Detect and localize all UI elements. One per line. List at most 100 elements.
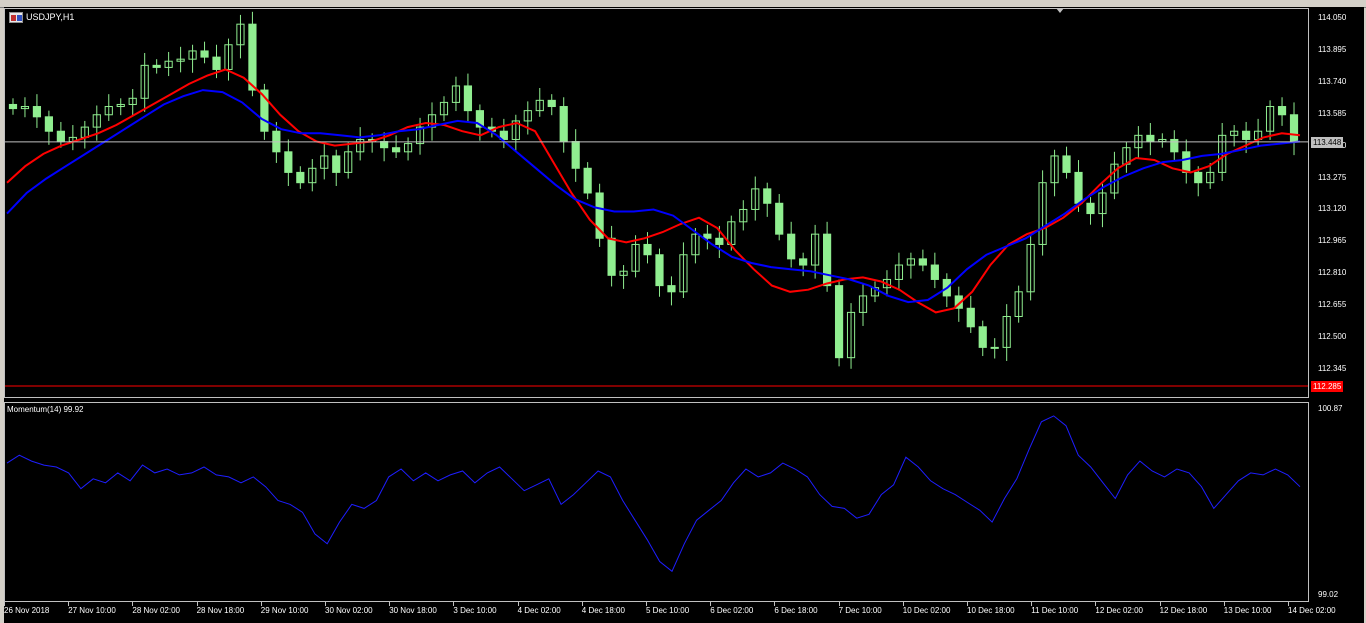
price-tick-label: 113.120: [1318, 204, 1347, 214]
candle-body: [667, 285, 676, 293]
current-price-label: 113.448: [1311, 136, 1344, 148]
time-tick-label: 4 Dec 18:00: [581, 606, 625, 615]
time-tick-label: 10 Dec 18:00: [967, 606, 1015, 615]
price-tick-label: 114.050: [1318, 13, 1347, 22]
time-tick-label: 28 Nov 18:00: [196, 606, 245, 615]
candle-body: [787, 233, 796, 260]
candle-body: [392, 147, 401, 153]
candle-body: [284, 151, 293, 173]
time-tick-mark: [581, 602, 583, 606]
time-tick-mark: [453, 602, 455, 606]
ma-fast-line: [6, 68, 1301, 314]
time-tick-label: 5 Dec 10:00: [646, 606, 690, 615]
candle-body: [918, 258, 927, 266]
time-tick-mark: [1288, 602, 1289, 606]
price-tick-label: 112.655: [1318, 300, 1347, 310]
time-tick-label: 4 Dec 02:00: [517, 606, 561, 615]
momentum-line: [6, 415, 1301, 573]
time-tick-mark: [838, 602, 840, 606]
time-tick-label: 30 Nov 18:00: [389, 606, 437, 615]
time-tick-mark: [646, 602, 647, 606]
time-tick-mark: [517, 602, 519, 606]
price-tick-label: 112.500: [1318, 332, 1347, 342]
time-tick-label: 13 Dec 10:00: [1223, 606, 1272, 615]
time-tick-label: 30 Nov 02:00: [325, 606, 373, 615]
time-tick-label: 6 Dec 02:00: [710, 606, 754, 615]
indicator-title: Momentum(14) 99.92: [7, 405, 84, 414]
candle-body: [380, 141, 389, 149]
time-tick-label: 28 Nov 02:00: [132, 606, 180, 615]
candle-body: [966, 307, 975, 328]
candle-body: [1242, 130, 1251, 140]
time-tick-label: 3 Dec 10:00: [453, 606, 497, 615]
time-tick-label: 10 Dec 02:00: [902, 606, 951, 615]
time-tick-mark: [260, 602, 262, 606]
candle-body: [930, 264, 939, 280]
candle-body: [715, 237, 724, 245]
candle-body: [8, 103, 18, 110]
time-tick-mark: [710, 602, 712, 606]
time-tick-label: 12 Dec 18:00: [1159, 606, 1208, 615]
candle-body: [571, 141, 580, 169]
candle-body: [200, 50, 209, 58]
candle-body: [775, 202, 784, 235]
time-tick-label: 29 Nov 10:00: [260, 606, 309, 615]
candle-body: [332, 155, 341, 173]
candle-body: [1289, 114, 1299, 143]
momentum-min-label: 99.02: [1318, 590, 1339, 599]
price-tick-label: 113.585: [1318, 108, 1347, 118]
price-tick-label: 113.740: [1318, 76, 1347, 86]
time-tick-mark: [1159, 602, 1161, 606]
time-tick-mark: [132, 602, 134, 606]
time-tick-mark: [967, 602, 968, 606]
candle-body: [978, 326, 987, 348]
candle-body: [1146, 134, 1155, 143]
time-tick-mark: [325, 602, 326, 606]
time-tick-label: 27 Nov 10:00: [68, 606, 116, 615]
candle-body: [583, 167, 592, 194]
time-tick-mark: [389, 602, 391, 606]
time-tick-mark: [902, 602, 904, 606]
price-chart-svg: [5, 11, 1308, 387]
candle-body: [1277, 106, 1287, 116]
candle-body: [1170, 138, 1179, 153]
time-tick-label: 6 Dec 18:00: [774, 606, 818, 615]
chart-shift-marker-icon[interactable]: [1056, 8, 1064, 13]
candle-body: [1194, 171, 1203, 184]
candle-body: [1086, 202, 1095, 215]
time-tick-mark: [1095, 602, 1097, 606]
price-tick-label: 112.965: [1318, 236, 1347, 246]
candle-body: [763, 188, 772, 204]
candle-body: [1074, 171, 1083, 204]
candle-body: [559, 106, 568, 143]
candle-body: [248, 23, 257, 91]
time-tick-label: 7 Dec 10:00: [838, 606, 882, 615]
candle-body: [643, 243, 652, 256]
candle-body: [212, 56, 221, 70]
candle-body: [32, 106, 42, 118]
candle-body: [799, 258, 808, 266]
low-price-label: 112.285: [1311, 381, 1344, 392]
candle-body: [823, 233, 832, 287]
time-tick-label: 14 Dec 02:00: [1288, 606, 1336, 615]
candle-body: [1182, 151, 1191, 173]
chart-window-icon[interactable]: [9, 12, 23, 23]
price-tick-label: 113.275: [1318, 172, 1347, 182]
candle-body: [152, 64, 161, 68]
candle-body: [56, 130, 65, 143]
time-tick-label: 26 Nov 2018: [4, 606, 50, 615]
time-tick-mark: [68, 602, 70, 606]
time-tick-label: 12 Dec 02:00: [1095, 606, 1143, 615]
candle-body: [655, 254, 664, 287]
time-tick-mark: [4, 602, 5, 606]
candle-body: [296, 171, 305, 184]
time-tick-mark: [1031, 602, 1033, 606]
momentum-max-label: 100.87: [1318, 404, 1343, 413]
candle-body: [607, 237, 616, 276]
price-tick-label: 112.810: [1318, 268, 1347, 278]
momentum-axis[interactable]: [1309, 402, 1364, 602]
candle-body: [44, 116, 53, 132]
candle-body: [1062, 155, 1071, 173]
candle-body: [834, 285, 844, 359]
candle-body: [463, 85, 473, 112]
